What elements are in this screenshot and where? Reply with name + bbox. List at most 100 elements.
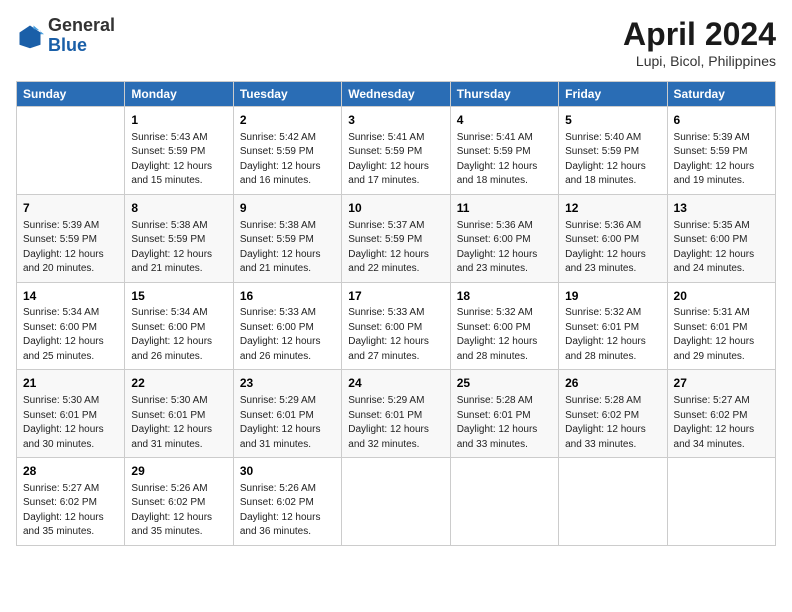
calendar-day-header: Tuesday <box>233 82 341 107</box>
calendar-cell: 16Sunrise: 5:33 AM Sunset: 6:00 PM Dayli… <box>233 282 341 370</box>
day-number: 20 <box>674 288 769 305</box>
calendar-cell: 6Sunrise: 5:39 AM Sunset: 5:59 PM Daylig… <box>667 107 775 195</box>
calendar-cell: 19Sunrise: 5:32 AM Sunset: 6:01 PM Dayli… <box>559 282 667 370</box>
calendar-cell: 22 Sunrise: 5:30 AM Sunset: 6:01 PM Dayli… <box>125 370 233 458</box>
day-number: 19 <box>565 288 660 305</box>
day-info: Sunrise: 5:27 AM Sunset: 6:02 PM Dayligh… <box>674 394 769 452</box>
calendar-cell <box>667 458 775 546</box>
calendar-cell: 28 Sunrise: 5:27 AM Sunset: 6:02 PM Dayli… <box>17 458 125 546</box>
day-info: Sunrise: 5:41 AM Sunset: 5:59 PM Dayligh… <box>457 131 552 189</box>
calendar-cell: 9Sunrise: 5:38 AM Sunset: 5:59 PM Daylig… <box>233 194 341 282</box>
calendar-week-row: 7Sunrise: 5:39 AM Sunset: 5:59 PM Daylig… <box>17 194 776 282</box>
day-info: Sunrise: 5:33 AM Sunset: 6:00 PM Dayligh… <box>240 306 335 364</box>
calendar-cell: 20Sunrise: 5:31 AM Sunset: 6:01 PM Dayli… <box>667 282 775 370</box>
day-info: Sunrise: 5:32 AM Sunset: 6:00 PM Dayligh… <box>457 306 552 364</box>
calendar-cell: 24 Sunrise: 5:29 AM Sunset: 6:01 PM Dayli… <box>342 370 450 458</box>
day-info: Sunrise: 5:30 AM Sunset: 6:01 PM Dayligh… <box>23 394 118 452</box>
page-location: Lupi, Bicol, Philippines <box>623 53 776 69</box>
day-info: Sunrise: 5:28 AM Sunset: 6:02 PM Dayligh… <box>565 394 660 452</box>
day-number: 16 <box>240 288 335 305</box>
calendar-day-header: Friday <box>559 82 667 107</box>
calendar-table: SundayMondayTuesdayWednesdayThursdayFrid… <box>16 81 776 546</box>
day-number: 22 <box>131 375 226 392</box>
calendar-cell: 14Sunrise: 5:34 AM Sunset: 6:00 PM Dayli… <box>17 282 125 370</box>
day-number: 26 <box>565 375 660 392</box>
calendar-cell <box>342 458 450 546</box>
calendar-day-header: Sunday <box>17 82 125 107</box>
day-number: 15 <box>131 288 226 305</box>
day-number: 5 <box>565 112 660 129</box>
calendar-cell: 25Sunrise: 5:28 AM Sunset: 6:01 PM Dayli… <box>450 370 558 458</box>
day-info: Sunrise: 5:29 AM Sunset: 6:01 PM Dayligh… <box>240 394 335 452</box>
day-number: 28 <box>23 463 118 480</box>
day-number: 25 <box>457 375 552 392</box>
day-info: Sunrise: 5:42 AM Sunset: 5:59 PM Dayligh… <box>240 131 335 189</box>
calendar-cell: 23 Sunrise: 5:29 AM Sunset: 6:01 PM Dayli… <box>233 370 341 458</box>
day-info: Sunrise: 5:38 AM Sunset: 5:59 PM Dayligh… <box>240 219 335 277</box>
day-number: 11 <box>457 200 552 217</box>
calendar-cell <box>559 458 667 546</box>
calendar-cell <box>17 107 125 195</box>
day-info: Sunrise: 5:36 AM Sunset: 6:00 PM Dayligh… <box>457 219 552 277</box>
calendar-cell: 8 Sunrise: 5:38 AM Sunset: 5:59 PM Daylig… <box>125 194 233 282</box>
logo-blue-text: Blue <box>48 36 115 56</box>
day-info: Sunrise: 5:33 AM Sunset: 6:00 PM Dayligh… <box>348 306 443 364</box>
logo: General Blue <box>16 16 115 56</box>
day-number: 14 <box>23 288 118 305</box>
day-number: 1 <box>131 112 226 129</box>
calendar-cell: 10Sunrise: 5:37 AM Sunset: 5:59 PM Dayli… <box>342 194 450 282</box>
title-block: April 2024 Lupi, Bicol, Philippines <box>623 16 776 69</box>
day-info: Sunrise: 5:26 AM Sunset: 6:02 PM Dayligh… <box>240 482 335 540</box>
day-info: Sunrise: 5:34 AM Sunset: 6:00 PM Dayligh… <box>131 306 226 364</box>
calendar-cell: 1 Sunrise: 5:43 AM Sunset: 5:59 PM Daylig… <box>125 107 233 195</box>
day-info: Sunrise: 5:31 AM Sunset: 6:01 PM Dayligh… <box>674 306 769 364</box>
calendar-cell: 11 Sunrise: 5:36 AM Sunset: 6:00 PM Dayli… <box>450 194 558 282</box>
calendar-cell: 12 Sunrise: 5:36 AM Sunset: 6:00 PM Dayli… <box>559 194 667 282</box>
day-info: Sunrise: 5:34 AM Sunset: 6:00 PM Dayligh… <box>23 306 118 364</box>
calendar-cell: 13 Sunrise: 5:35 AM Sunset: 6:00 PM Dayli… <box>667 194 775 282</box>
day-number: 12 <box>565 200 660 217</box>
day-number: 17 <box>348 288 443 305</box>
day-info: Sunrise: 5:36 AM Sunset: 6:00 PM Dayligh… <box>565 219 660 277</box>
day-info: Sunrise: 5:35 AM Sunset: 6:00 PM Dayligh… <box>674 219 769 277</box>
day-number: 21 <box>23 375 118 392</box>
calendar-cell <box>450 458 558 546</box>
day-info: Sunrise: 5:43 AM Sunset: 5:59 PM Dayligh… <box>131 131 226 189</box>
day-number: 29 <box>131 463 226 480</box>
day-info: Sunrise: 5:27 AM Sunset: 6:02 PM Dayligh… <box>23 482 118 540</box>
calendar-cell: 7Sunrise: 5:39 AM Sunset: 5:59 PM Daylig… <box>17 194 125 282</box>
day-number: 8 <box>131 200 226 217</box>
calendar-week-row: 21 Sunrise: 5:30 AM Sunset: 6:01 PM Dayli… <box>17 370 776 458</box>
day-info: Sunrise: 5:39 AM Sunset: 5:59 PM Dayligh… <box>674 131 769 189</box>
calendar-cell: 26 Sunrise: 5:28 AM Sunset: 6:02 PM Dayli… <box>559 370 667 458</box>
calendar-day-header: Thursday <box>450 82 558 107</box>
day-info: Sunrise: 5:41 AM Sunset: 5:59 PM Dayligh… <box>348 131 443 189</box>
calendar-cell: 2Sunrise: 5:42 AM Sunset: 5:59 PM Daylig… <box>233 107 341 195</box>
day-number: 13 <box>674 200 769 217</box>
day-info: Sunrise: 5:29 AM Sunset: 6:01 PM Dayligh… <box>348 394 443 452</box>
calendar-cell: 27 Sunrise: 5:27 AM Sunset: 6:02 PM Dayli… <box>667 370 775 458</box>
calendar-cell: 17Sunrise: 5:33 AM Sunset: 6:00 PM Dayli… <box>342 282 450 370</box>
day-number: 24 <box>348 375 443 392</box>
calendar-week-row: 28 Sunrise: 5:27 AM Sunset: 6:02 PM Dayli… <box>17 458 776 546</box>
day-number: 4 <box>457 112 552 129</box>
day-number: 30 <box>240 463 335 480</box>
day-info: Sunrise: 5:32 AM Sunset: 6:01 PM Dayligh… <box>565 306 660 364</box>
page-title: April 2024 <box>623 16 776 53</box>
calendar-week-row: 14Sunrise: 5:34 AM Sunset: 6:00 PM Dayli… <box>17 282 776 370</box>
page-header: General Blue April 2024 Lupi, Bicol, Phi… <box>16 16 776 69</box>
day-number: 18 <box>457 288 552 305</box>
calendar-cell: 4 Sunrise: 5:41 AM Sunset: 5:59 PM Daylig… <box>450 107 558 195</box>
day-number: 23 <box>240 375 335 392</box>
calendar-header-row: SundayMondayTuesdayWednesdayThursdayFrid… <box>17 82 776 107</box>
day-info: Sunrise: 5:37 AM Sunset: 5:59 PM Dayligh… <box>348 219 443 277</box>
calendar-cell: 18Sunrise: 5:32 AM Sunset: 6:00 PM Dayli… <box>450 282 558 370</box>
calendar-cell: 29 Sunrise: 5:26 AM Sunset: 6:02 PM Dayli… <box>125 458 233 546</box>
day-number: 27 <box>674 375 769 392</box>
day-info: Sunrise: 5:30 AM Sunset: 6:01 PM Dayligh… <box>131 394 226 452</box>
calendar-day-header: Monday <box>125 82 233 107</box>
day-info: Sunrise: 5:26 AM Sunset: 6:02 PM Dayligh… <box>131 482 226 540</box>
calendar-cell: 5Sunrise: 5:40 AM Sunset: 5:59 PM Daylig… <box>559 107 667 195</box>
day-info: Sunrise: 5:39 AM Sunset: 5:59 PM Dayligh… <box>23 219 118 277</box>
day-info: Sunrise: 5:38 AM Sunset: 5:59 PM Dayligh… <box>131 219 226 277</box>
